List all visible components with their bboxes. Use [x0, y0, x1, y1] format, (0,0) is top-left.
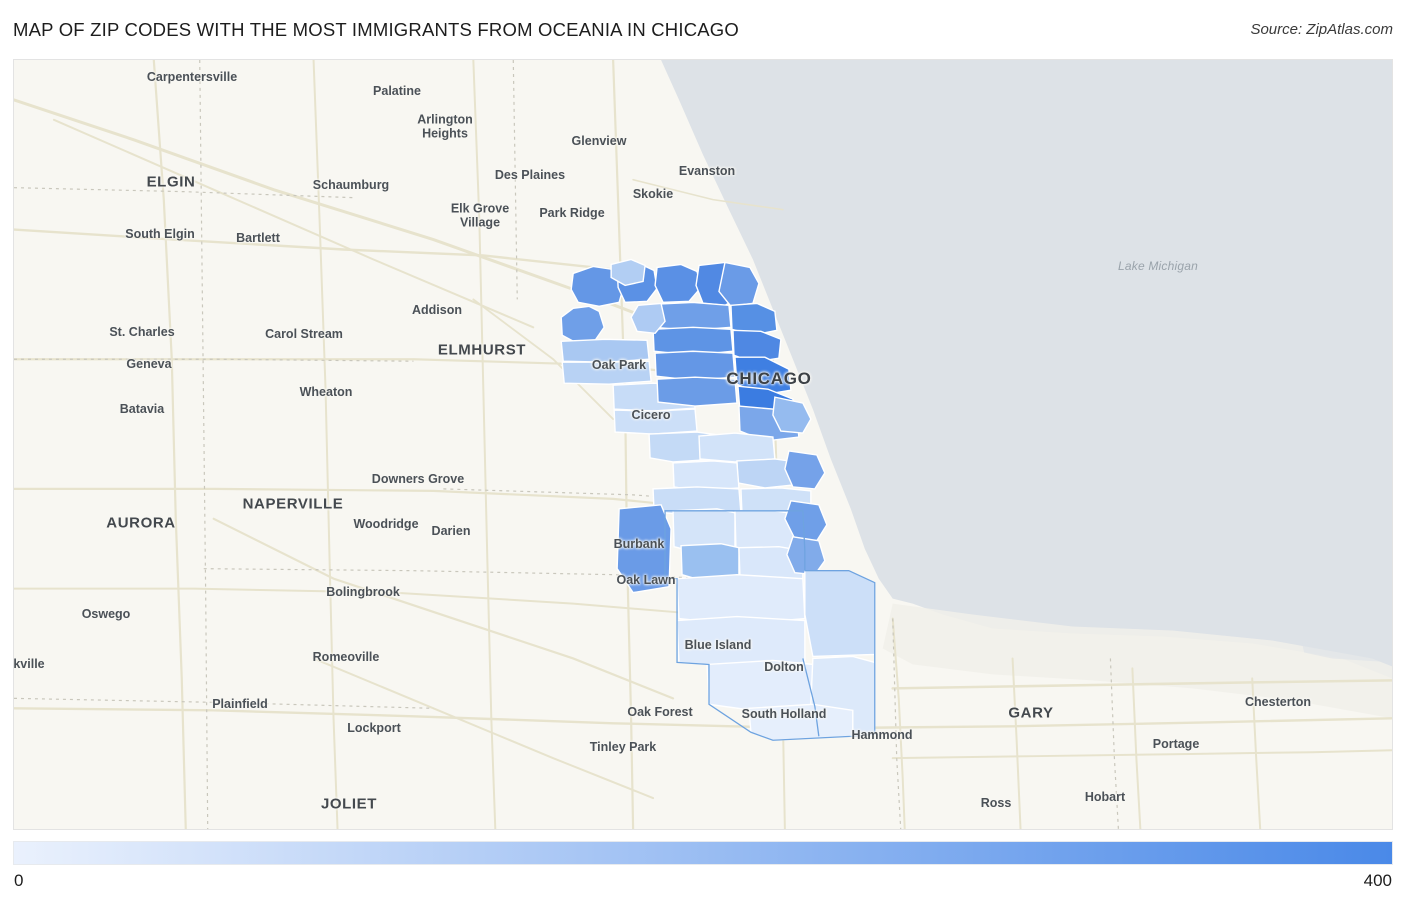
zip-region[interactable] [656, 376, 738, 407]
zip-region[interactable] [706, 659, 816, 712]
zip-region[interactable] [672, 460, 740, 492]
zip-region[interactable] [652, 301, 732, 331]
zip-region[interactable] [560, 338, 650, 363]
zip-region[interactable] [560, 305, 605, 343]
legend-color-gradient-bar [13, 841, 1393, 865]
legend-max-value: 400 [1363, 871, 1392, 890]
page-title: MAP OF ZIP CODES WITH THE MOST IMMIGRANT… [13, 19, 739, 40]
zip-region[interactable] [804, 569, 876, 658]
zip-region[interactable] [616, 504, 672, 594]
legend-min-value: 0 [14, 871, 24, 890]
map-container[interactable]: Carpentersville Palatine Arlington Heights… [13, 59, 1393, 830]
choropleth-map[interactable] [14, 60, 1392, 829]
header-bar: MAP OF ZIP CODES WITH THE MOST IMMIGRANT… [0, 0, 1406, 60]
zip-region[interactable] [680, 543, 740, 581]
zip-region[interactable] [676, 615, 806, 668]
source-attribution: Source: ZipAtlas.com [1250, 21, 1393, 38]
legend: 0 400 [13, 841, 1393, 890]
zip-region[interactable] [786, 535, 826, 576]
zip-region[interactable] [748, 703, 854, 741]
zip-region[interactable] [654, 350, 736, 381]
zip-region[interactable] [698, 432, 776, 463]
zip-region[interactable] [561, 360, 652, 385]
zip-region[interactable] [613, 408, 698, 435]
